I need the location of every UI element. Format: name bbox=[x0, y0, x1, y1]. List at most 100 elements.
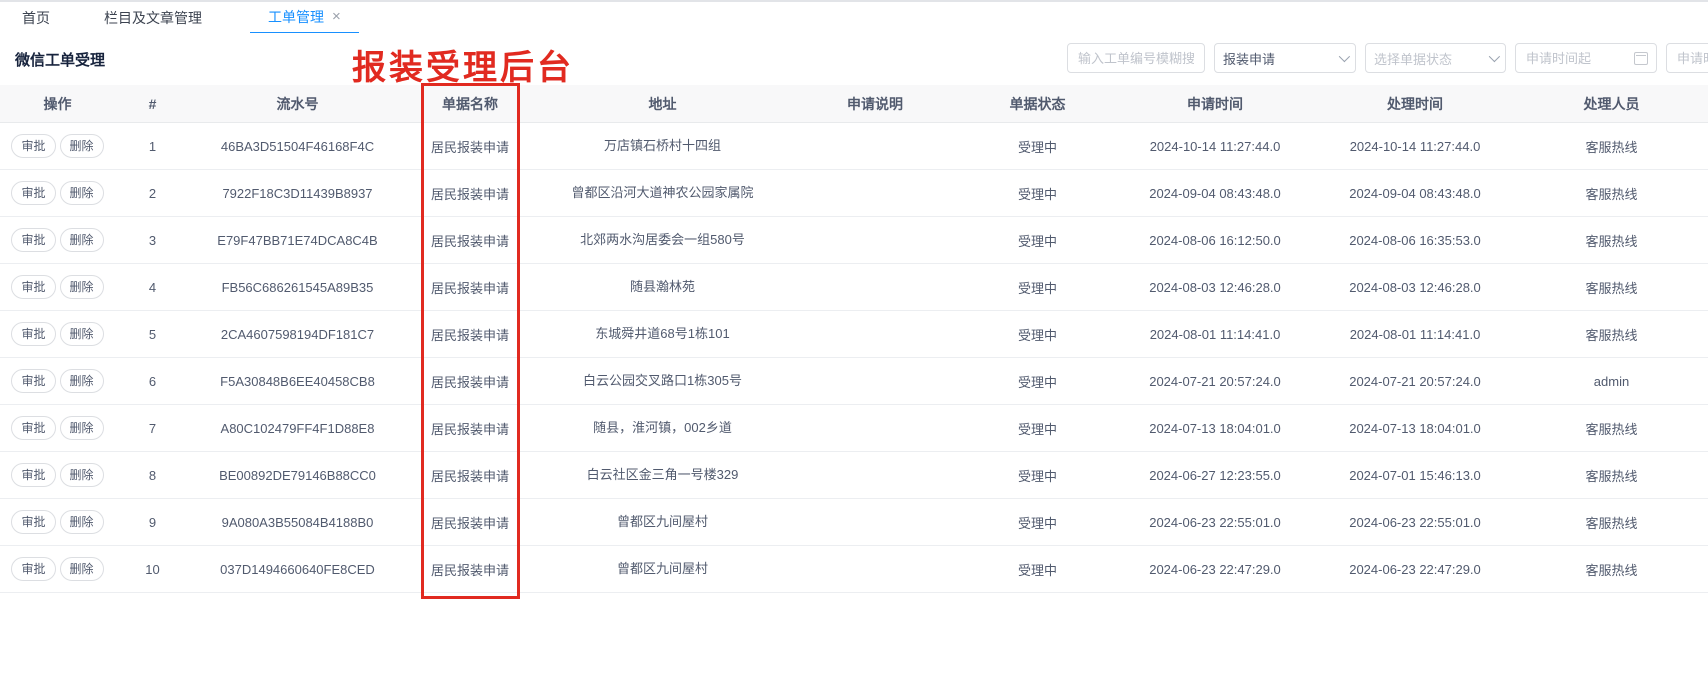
approve-button[interactable]: 审批 bbox=[11, 322, 55, 347]
cell-index: 4 bbox=[115, 264, 190, 311]
col-header-apply-time: 申请时间 bbox=[1115, 85, 1315, 123]
cell-serial: BE00892DE79146B88CC0 bbox=[190, 452, 405, 499]
cell-status: 受理中 bbox=[960, 405, 1115, 452]
delete-button[interactable]: 删除 bbox=[60, 369, 104, 394]
cell-index: 6 bbox=[115, 358, 190, 405]
cell-handler: 客服热线 bbox=[1515, 123, 1708, 170]
cell-actions: 审批删除 bbox=[0, 405, 115, 452]
cell-index: 8 bbox=[115, 452, 190, 499]
order-status-select[interactable]: 选择单据状态 bbox=[1365, 43, 1506, 73]
tab-bar: 首页 栏目及文章管理 工单管理 × bbox=[0, 2, 1708, 34]
cell-serial: 037D1494660640FE8CED bbox=[190, 546, 405, 593]
cell-description bbox=[790, 499, 960, 546]
table-row: 审批删除 5 2CA4607598194DF181C7 居民报装申请 东城舜井道… bbox=[0, 311, 1708, 358]
chevron-down-icon bbox=[1489, 51, 1500, 62]
cell-handle-time: 2024-08-06 16:35:53.0 bbox=[1315, 217, 1515, 264]
cell-index: 7 bbox=[115, 405, 190, 452]
table-row: 审批删除 6 F5A30848B6EE40458CB8 居民报装申请 白云公园交… bbox=[0, 358, 1708, 405]
approve-button[interactable]: 审批 bbox=[11, 275, 55, 300]
cell-index: 1 bbox=[115, 123, 190, 170]
approve-button[interactable]: 审批 bbox=[11, 181, 55, 206]
cell-handle-time: 2024-07-21 20:57:24.0 bbox=[1315, 358, 1515, 405]
col-header-index: # bbox=[115, 85, 190, 123]
cell-actions: 审批删除 bbox=[0, 499, 115, 546]
approve-button[interactable]: 审批 bbox=[11, 228, 55, 253]
cell-apply-time: 2024-06-23 22:55:01.0 bbox=[1115, 499, 1315, 546]
cell-order-name: 居民报装申请 bbox=[405, 405, 535, 452]
cell-order-name: 居民报装申请 bbox=[405, 264, 535, 311]
address-text: 曾都区九间屋村 bbox=[617, 512, 708, 533]
cell-index: 5 bbox=[115, 311, 190, 358]
cell-handler: 客服热线 bbox=[1515, 546, 1708, 593]
cell-status: 受理中 bbox=[960, 170, 1115, 217]
cell-order-name: 居民报装申请 bbox=[405, 546, 535, 593]
apply-date-start-input[interactable] bbox=[1524, 50, 1628, 67]
tab-articles[interactable]: 栏目及文章管理 bbox=[86, 3, 220, 33]
cell-address: 北郊两水沟居委会一组580号 bbox=[535, 217, 790, 264]
delete-button[interactable]: 删除 bbox=[60, 275, 104, 300]
cell-status: 受理中 bbox=[960, 546, 1115, 593]
cell-actions: 审批删除 bbox=[0, 452, 115, 499]
delete-button[interactable]: 删除 bbox=[60, 134, 104, 159]
cell-order-name: 居民报装申请 bbox=[405, 452, 535, 499]
cell-handle-time: 2024-08-03 12:46:28.0 bbox=[1315, 264, 1515, 311]
close-icon[interactable]: × bbox=[332, 9, 341, 24]
cell-serial: F5A30848B6EE40458CB8 bbox=[190, 358, 405, 405]
delete-button[interactable]: 删除 bbox=[60, 463, 104, 488]
delete-button[interactable]: 删除 bbox=[60, 181, 104, 206]
cell-order-name: 居民报装申请 bbox=[405, 217, 535, 264]
cell-status: 受理中 bbox=[960, 311, 1115, 358]
apply-date-end-input[interactable] bbox=[1675, 50, 1708, 67]
cell-apply-time: 2024-10-14 11:27:44.0 bbox=[1115, 123, 1315, 170]
cell-actions: 审批删除 bbox=[0, 217, 115, 264]
cell-serial: E79F47BB71E74DCA8C4B bbox=[190, 217, 405, 264]
order-type-select[interactable]: 报装申请 bbox=[1214, 43, 1356, 73]
cell-order-name: 居民报装申请 bbox=[405, 499, 535, 546]
address-text: 东城舜井道68号1栋101 bbox=[595, 324, 729, 345]
work-order-table-wrap: 操作 # 流水号 单据名称 地址 申请说明 单据状态 申请时间 处理时间 处理人… bbox=[0, 85, 1708, 593]
cell-status: 受理中 bbox=[960, 358, 1115, 405]
tab-home-label: 首页 bbox=[22, 3, 50, 33]
cell-address: 白云公园交叉路口1栋305号 bbox=[535, 358, 790, 405]
cell-order-name: 居民报装申请 bbox=[405, 123, 535, 170]
cell-address: 曾都区九间屋村 bbox=[535, 546, 790, 593]
cell-handle-time: 2024-06-23 22:55:01.0 bbox=[1315, 499, 1515, 546]
cell-description bbox=[790, 546, 960, 593]
cell-description bbox=[790, 170, 960, 217]
address-text: 曾都区沿河大道神农公园家属院 bbox=[571, 183, 753, 204]
col-header-description: 申请说明 bbox=[790, 85, 960, 123]
approve-button[interactable]: 审批 bbox=[11, 134, 55, 159]
cell-apply-time: 2024-08-06 16:12:50.0 bbox=[1115, 217, 1315, 264]
approve-button[interactable]: 审批 bbox=[11, 416, 55, 441]
approve-button[interactable]: 审批 bbox=[11, 463, 55, 488]
delete-button[interactable]: 删除 bbox=[60, 416, 104, 441]
tab-work-orders[interactable]: 工单管理 × bbox=[250, 2, 359, 34]
delete-button[interactable]: 删除 bbox=[60, 510, 104, 535]
cell-handle-time: 2024-07-01 15:46:13.0 bbox=[1315, 452, 1515, 499]
cell-actions: 审批删除 bbox=[0, 264, 115, 311]
cell-handle-time: 2024-07-13 18:04:01.0 bbox=[1315, 405, 1515, 452]
order-type-select-value: 报装申请 bbox=[1223, 49, 1333, 68]
col-header-serial: 流水号 bbox=[190, 85, 405, 123]
delete-button[interactable]: 删除 bbox=[60, 322, 104, 347]
approve-button[interactable]: 审批 bbox=[11, 369, 55, 394]
calendar-icon bbox=[1634, 52, 1648, 65]
approve-button[interactable]: 审批 bbox=[11, 557, 55, 582]
cell-actions: 审批删除 bbox=[0, 546, 115, 593]
col-header-status: 单据状态 bbox=[960, 85, 1115, 123]
address-text: 白云社区金三角一号楼329 bbox=[587, 465, 739, 486]
cell-index: 2 bbox=[115, 170, 190, 217]
delete-button[interactable]: 删除 bbox=[60, 228, 104, 253]
cell-status: 受理中 bbox=[960, 452, 1115, 499]
chevron-down-icon bbox=[1339, 51, 1350, 62]
cell-serial: 46BA3D51504F46168F4C bbox=[190, 123, 405, 170]
table-header-row: 操作 # 流水号 单据名称 地址 申请说明 单据状态 申请时间 处理时间 处理人… bbox=[0, 85, 1708, 123]
tab-home[interactable]: 首页 bbox=[4, 3, 68, 33]
cell-status: 受理中 bbox=[960, 123, 1115, 170]
cell-serial: 7922F18C3D11439B8937 bbox=[190, 170, 405, 217]
cell-handler: admin bbox=[1515, 358, 1708, 405]
delete-button[interactable]: 删除 bbox=[60, 557, 104, 582]
approve-button[interactable]: 审批 bbox=[11, 510, 55, 535]
order-number-search-input[interactable] bbox=[1076, 50, 1196, 67]
cell-status: 受理中 bbox=[960, 264, 1115, 311]
